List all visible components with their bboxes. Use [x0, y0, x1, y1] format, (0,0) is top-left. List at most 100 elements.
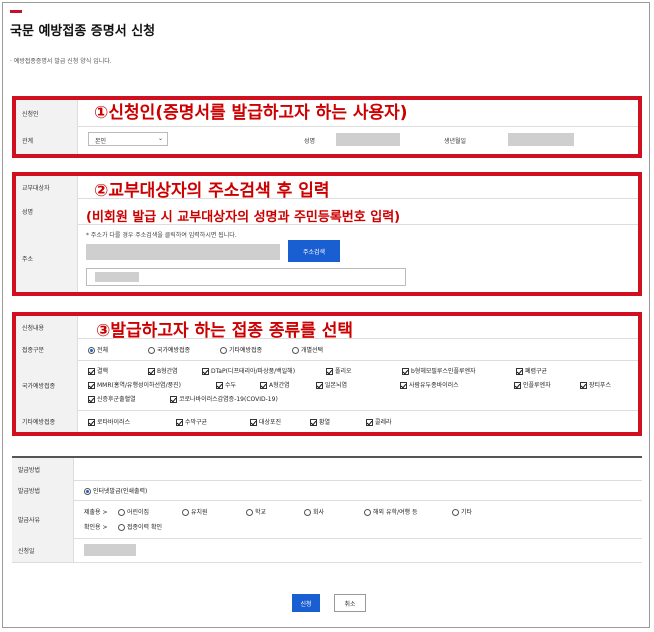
checkbox-checked-icon — [88, 368, 95, 375]
applicant-date-row: 신청일 — [12, 538, 642, 563]
checkbox-checked-icon — [260, 382, 267, 389]
vaccine-checkbox[interactable]: b형헤모필루스인플루엔자 — [402, 366, 476, 375]
type-option-all[interactable]: 전체 — [88, 345, 108, 354]
apply-button[interactable]: 신청 — [292, 594, 320, 612]
vaccine-checkbox[interactable]: 장티푸스 — [580, 380, 611, 389]
vaccine-checkbox[interactable]: 황열 — [310, 417, 330, 426]
vaccine-checkbox[interactable]: 수막구균 — [176, 417, 207, 426]
vaccine-section-label: 신청내용 — [16, 316, 78, 338]
other-label: 기타예방접종 — [16, 410, 78, 432]
birth-value-redacted — [508, 133, 574, 146]
radio-icon — [292, 347, 299, 354]
checkbox-checked-icon — [310, 419, 317, 426]
reason-option[interactable]: 해외 유학/여행 등 — [364, 507, 417, 516]
reason-label: 발급사유 — [12, 500, 74, 538]
radio-icon — [148, 347, 155, 354]
vaccine-annotation: ③발급하고자 하는 접종 종류를 선택 — [96, 321, 354, 341]
reason-option[interactable]: 회사 — [304, 507, 324, 516]
vaccine-checkbox[interactable]: 신증후군출혈열 — [88, 394, 136, 403]
issuance-section-label: 발급방법 — [12, 458, 74, 480]
vaccine-checkbox[interactable]: 인플루엔자 — [514, 380, 551, 389]
issuance-method-row: 발급방법 인터넷발급(인쇄출력) — [12, 480, 642, 501]
applicant-annotation: ①신청인(증명서를 발급하고자 하는 사용자) — [94, 103, 408, 123]
vaccine-checkbox[interactable]: 일본뇌염 — [316, 380, 347, 389]
radio-icon — [364, 509, 371, 516]
vaccine-checkbox[interactable]: 폐렴구균 — [516, 366, 547, 375]
address-note: * 주소가 다를 경우 주소검색을 클릭하여 입력하시면 됩니다. — [86, 232, 237, 239]
checkbox-checked-icon — [148, 368, 155, 375]
checkbox-checked-icon — [366, 419, 373, 426]
reason-option[interactable]: 유치원 — [182, 507, 208, 516]
name-label: 성명 — [304, 138, 316, 145]
radio-selected-icon — [84, 488, 91, 495]
recipient-annotation: ②교부대상자의 주소검색 후 입력 — [94, 181, 330, 201]
radio-icon — [452, 509, 459, 516]
checkbox-checked-icon — [250, 419, 257, 426]
vaccine-checkbox[interactable]: 수두 — [216, 380, 236, 389]
checkbox-checked-icon — [580, 382, 587, 389]
page-intro: · 예방접종증명서 발급 신청 양식 입니다. — [10, 58, 112, 65]
checkbox-checked-icon — [400, 382, 407, 389]
type-option-individual[interactable]: 개별선택 — [292, 345, 323, 354]
reason-row1-prefix: 제출용 > — [84, 509, 108, 516]
reason-option[interactable]: 기타 — [452, 507, 472, 516]
postal-code-field[interactable] — [86, 244, 280, 260]
relation-label: 관계 — [16, 126, 78, 154]
chevron-down-icon: ⌄ — [157, 135, 163, 142]
relation-select[interactable]: 본인 ⌄ — [88, 132, 168, 146]
vaccine-checkbox[interactable]: 로타바이러스 — [88, 417, 130, 426]
issuance-section: 발급방법 발급방법 인터넷발급(인쇄출력) 발급사유 제출용 > 어린이집 유치… — [12, 456, 642, 568]
vaccine-checkbox[interactable]: 콜레라 — [366, 417, 392, 426]
checkbox-checked-icon — [514, 382, 521, 389]
type-option-national[interactable]: 국가예방접종 — [148, 345, 190, 354]
checkbox-checked-icon — [216, 382, 223, 389]
vaccine-checkbox[interactable]: DTaP(디프테리아/파상풍/백일해) — [202, 366, 295, 375]
checkbox-checked-icon — [88, 382, 95, 389]
recipient-annotation-sub: (비회원 발급 시 교부대상자의 성명과 주민등록번호 입력) — [86, 210, 401, 225]
checkbox-checked-icon — [170, 396, 177, 403]
cancel-button[interactable]: 취소 — [334, 594, 366, 612]
reason-option[interactable]: 접종이력 확인 — [118, 522, 162, 531]
vaccine-checkbox[interactable]: 결핵 — [88, 366, 108, 375]
vaccine-type-label: 접종구분 — [16, 338, 78, 360]
reason-option[interactable]: 학교 — [246, 507, 266, 516]
reason-row2-prefix: 확인용 > — [84, 524, 108, 531]
method-option[interactable]: 인터넷발급(인쇄출력) — [84, 486, 147, 495]
type-option-other[interactable]: 기타예방접종 — [220, 345, 262, 354]
vaccine-checkbox[interactable]: B형간염 — [148, 366, 178, 375]
vaccine-checkbox[interactable]: 폴리오 — [326, 366, 352, 375]
name-value-redacted — [336, 133, 400, 146]
radio-icon — [182, 509, 189, 516]
issuance-reason-row: 발급사유 제출용 > 어린이집 유치원 학교 회사 해외 유학/여행 등 기타 … — [12, 500, 642, 539]
vaccine-checkbox[interactable]: 대상포진 — [250, 417, 281, 426]
recipient-name-label: 성명 — [16, 198, 78, 224]
vaccine-checkbox[interactable]: 코로나바이러스감염증-19(COVID-19) — [170, 394, 278, 403]
checkbox-checked-icon — [88, 396, 95, 403]
radio-icon — [220, 347, 227, 354]
reason-option[interactable]: 어린이집 — [118, 507, 149, 516]
applicant-section-label: 신청인 — [16, 100, 78, 126]
birth-label: 생년월일 — [444, 138, 467, 145]
recipient-section: 교부대상자 성명 주소 * 주소가 다를 경우 주소검색을 클릭하여 입력하시면… — [12, 172, 642, 296]
address-detail-input[interactable] — [86, 268, 406, 286]
vaccine-section: 신청내용 접종구분 전체 국가예방접종 기타예방접종 개별선택 국가예방접종 결… — [12, 312, 642, 436]
checkbox-checked-icon — [516, 368, 523, 375]
relation-value: 본인 — [95, 138, 107, 145]
vaccine-checkbox[interactable]: MMR(홍역/유행성이하선염/풍진) — [88, 380, 181, 389]
issuance-header-row: 발급방법 — [12, 458, 642, 481]
vaccine-checkbox[interactable]: A형간염 — [260, 380, 290, 389]
address-search-button[interactable]: 주소검색 — [288, 240, 340, 262]
vaccine-checkbox[interactable]: 사람유두종바이러스 — [400, 380, 459, 389]
address-detail-redacted — [95, 272, 139, 282]
radio-selected-icon — [88, 347, 95, 354]
applicant-relation-row: 관계 본인 ⌄ 성명 생년월일 — [16, 126, 638, 154]
radio-icon — [118, 509, 125, 516]
checkbox-checked-icon — [326, 368, 333, 375]
recipient-address-row: 주소 * 주소가 다를 경우 주소검색을 클릭하여 입력하시면 됩니다. 주소검… — [16, 224, 638, 292]
vaccine-type-row: 접종구분 전체 국가예방접종 기타예방접종 개별선택 — [16, 338, 638, 361]
recipient-section-label: 교부대상자 — [16, 176, 78, 198]
page-title: 국문 예방접종 증명서 신청 — [10, 24, 156, 39]
checkbox-checked-icon — [316, 382, 323, 389]
title-accent-bar — [10, 10, 22, 13]
address-label: 주소 — [16, 224, 78, 292]
